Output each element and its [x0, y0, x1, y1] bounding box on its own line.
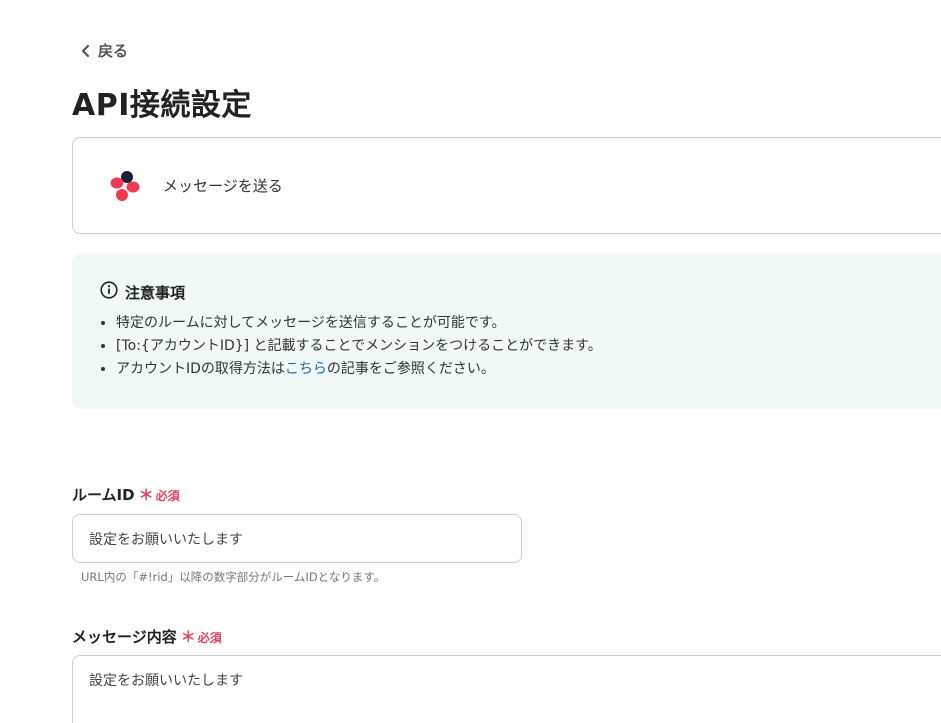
room-id-placeholder: 設定をお願いいたします: [89, 532, 243, 548]
message-label-text: メッセージ内容: [72, 628, 177, 646]
info-circle-icon: [100, 281, 118, 303]
room-id-hint: URL内の「#!rid」以降の数字部分がルームIDとなります。: [81, 570, 386, 584]
action-label: メッセージを送る: [163, 177, 283, 195]
chatwork-logo-icon: [105, 167, 143, 205]
notice-list: 特定のルームに対してメッセージを送信することが可能です。 [To:{アカウントI…: [94, 312, 602, 381]
required-badge: ＊ 必須: [181, 626, 222, 647]
notice-item: 特定のルームに対してメッセージを送信することが可能です。: [116, 312, 602, 335]
page-title: API接続設定: [72, 88, 252, 123]
help-article-link[interactable]: こちら: [285, 361, 327, 377]
message-label: メッセージ内容 ＊ 必須: [72, 626, 222, 647]
notice-heading: 注意事項: [100, 281, 185, 303]
message-textarea[interactable]: 設定をお願いいたします: [72, 655, 941, 723]
notice-heading-text: 注意事項: [125, 283, 186, 302]
room-id-input[interactable]: 設定をお願いいたします: [72, 514, 522, 563]
room-id-label: ルームID ＊ 必須: [72, 484, 180, 505]
action-card: メッセージを送る: [72, 137, 941, 234]
chevron-left-icon: [80, 44, 92, 58]
notice-item-prefix: アカウントIDの取得方法は: [116, 361, 285, 377]
required-asterisk: ＊: [180, 628, 196, 646]
message-placeholder: 設定をお願いいたします: [89, 673, 243, 689]
back-label: 戻る: [98, 42, 129, 60]
notice-item-suffix: の記事をご参照ください。: [326, 361, 495, 377]
notice-item: [To:{アカウントID}] と記載することでメンションをつけることができます。: [116, 335, 602, 358]
room-id-label-text: ルームID: [72, 486, 135, 504]
back-link[interactable]: 戻る: [80, 40, 128, 61]
required-text: 必須: [197, 631, 222, 645]
notice-box: 注意事項 特定のルームに対してメッセージを送信することが可能です。 [To:{ア…: [72, 254, 941, 409]
required-asterisk: ＊: [138, 486, 154, 504]
api-settings-page: 戻る API接続設定 メッセージを送る 注意事項 特定: [0, 0, 941, 723]
notice-item: アカウントIDの取得方法はこちらの記事をご参照ください。: [116, 358, 602, 381]
required-text: 必須: [155, 489, 180, 503]
required-badge: ＊ 必須: [139, 484, 180, 505]
